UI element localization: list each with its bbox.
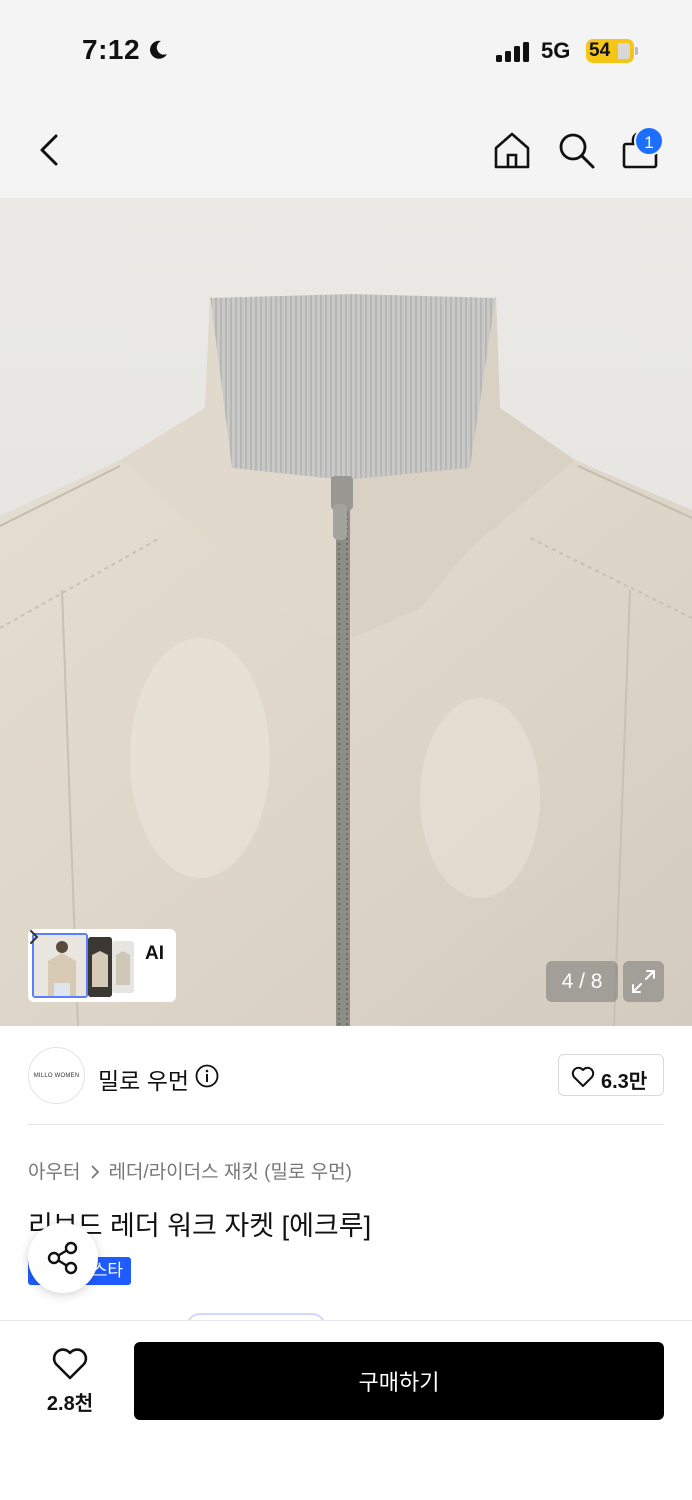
breadcrumb-subcategory[interactable]: 레더/라이더스 재킷 (밀로 우먼)	[108, 1162, 352, 1183]
lookbook-thumbnail	[32, 933, 88, 998]
wishlist-button[interactable]: 2.8천	[30, 1345, 110, 1415]
back-arrow-icon[interactable]	[34, 130, 64, 170]
moon-icon	[150, 40, 167, 59]
ai-lookbook-button[interactable]: AI	[28, 929, 176, 1002]
share-button[interactable]	[28, 1223, 98, 1293]
share-icon	[47, 1241, 78, 1275]
signal-icon	[496, 42, 529, 62]
network-label: 5G	[541, 38, 571, 63]
divider	[28, 1124, 664, 1125]
heart-icon	[52, 1348, 88, 1380]
status-time: 7:12	[82, 34, 141, 65]
brand-row[interactable]: MILLO WOMEN 밀로 우먼 6.3만	[0, 1026, 692, 1126]
expand-icon	[632, 970, 655, 993]
jacket-illustration	[0, 198, 692, 1026]
lookbook-thumbnail	[112, 941, 134, 993]
brand-like-count: 6.3만	[601, 1071, 648, 1093]
brand-like-button[interactable]: 6.3만	[558, 1054, 664, 1096]
heart-icon	[571, 1066, 595, 1087]
bottom-action-bar: 2.8천 구매하기	[0, 1320, 692, 1500]
product-image[interactable]: AI 4 / 8	[0, 198, 692, 1026]
chevron-right-icon	[91, 1165, 100, 1179]
cart-count-badge: 1	[634, 126, 664, 156]
info-icon[interactable]	[195, 1064, 219, 1088]
search-icon[interactable]	[556, 130, 596, 170]
expand-image-button[interactable]	[623, 961, 664, 1002]
home-icon[interactable]	[492, 130, 532, 170]
breadcrumb: 아우터 레더/라이더스 재킷 (밀로 우먼)	[28, 1157, 352, 1184]
ai-label: AI	[145, 943, 164, 964]
battery-icon: 54	[586, 39, 638, 63]
brand-logo[interactable]: MILLO WOMEN	[28, 1047, 85, 1104]
buy-button[interactable]: 구매하기	[134, 1342, 664, 1420]
image-counter: 4 / 8	[546, 961, 618, 1002]
brand-name[interactable]: 밀로 우먼	[98, 1062, 189, 1096]
chevron-right-icon	[30, 930, 39, 944]
battery-level: 54	[589, 40, 611, 61]
status-bar: 7:12 5G 54	[0, 0, 692, 100]
wishlist-count: 2.8천	[46, 1393, 94, 1415]
breadcrumb-category[interactable]: 아우터	[28, 1162, 80, 1183]
lookbook-thumbnail	[88, 937, 112, 997]
